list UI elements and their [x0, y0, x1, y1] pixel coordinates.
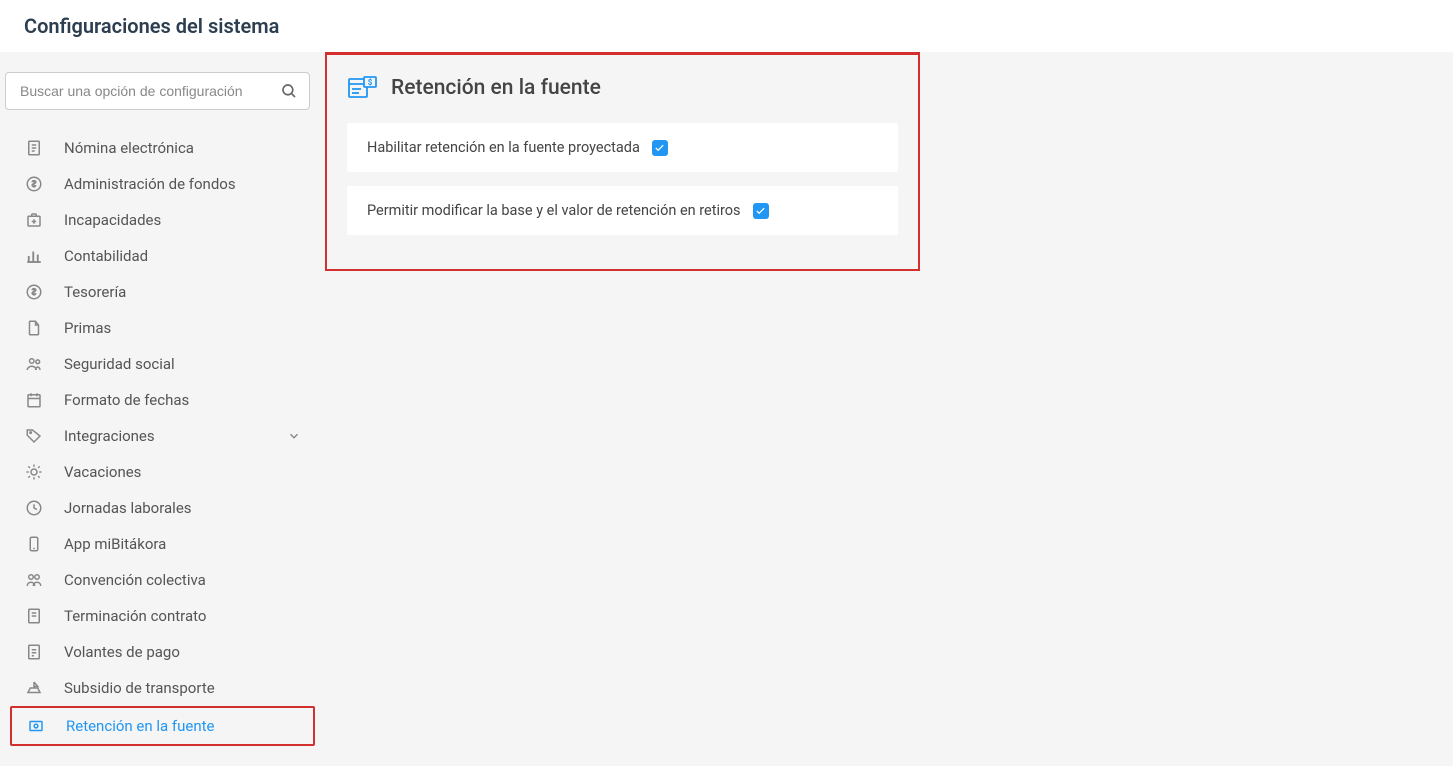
- document-icon: [24, 318, 44, 338]
- sidebar-item-terminacion-contrato[interactable]: Terminación contrato: [10, 598, 315, 634]
- sidebar-item-label: Jornadas laborales: [64, 499, 192, 517]
- sidebar-item-label: Terminación contrato: [64, 607, 206, 625]
- sidebar-item-label: Seguridad social: [64, 355, 175, 373]
- sidebar-item-label: Formato de fechas: [64, 391, 189, 409]
- boat-icon: [24, 678, 44, 698]
- chevron-down-icon: [287, 429, 301, 443]
- panel-header: $ Retención en la fuente: [347, 75, 898, 101]
- sidebar: Nómina electrónica Administración de fon…: [0, 52, 325, 766]
- sidebar-item-jornadas-laborales[interactable]: Jornadas laborales: [10, 490, 315, 526]
- sidebar-item-label: App miBitákora: [64, 535, 166, 553]
- checkbox-permitir-modificar-base-retiros[interactable]: [753, 203, 769, 219]
- sidebar-item-subsidio-transporte[interactable]: Subsidio de transporte: [10, 670, 315, 706]
- people-icon: [24, 354, 44, 374]
- panel-title: Retención en la fuente: [391, 76, 601, 100]
- medkit-icon: [24, 210, 44, 230]
- sidebar-item-integraciones[interactable]: Integraciones: [10, 418, 315, 454]
- sidebar-item-volantes-pago[interactable]: Volantes de pago: [10, 634, 315, 670]
- money-doc-icon: [26, 716, 46, 736]
- clock-icon: [24, 498, 44, 518]
- svg-text:$: $: [368, 78, 373, 87]
- option-label: Permitir modificar la base y el valor de…: [367, 202, 741, 219]
- sidebar-item-tesoreria[interactable]: Tesorería: [10, 274, 315, 310]
- main-content: $ Retención en la fuente Habilitar reten…: [325, 52, 920, 766]
- nav-list: Nómina electrónica Administración de fon…: [10, 130, 315, 746]
- sidebar-item-administracion-fondos[interactable]: Administración de fondos: [10, 166, 315, 202]
- sidebar-item-convencion-colectiva[interactable]: Convención colectiva: [10, 562, 315, 598]
- money-doc-icon: $: [347, 75, 377, 101]
- receipt-icon: [24, 138, 44, 158]
- sidebar-item-label: Integraciones: [64, 427, 155, 445]
- option-label: Habilitar retención en la fuente proyect…: [367, 139, 640, 156]
- sidebar-item-label: Vacaciones: [64, 463, 141, 481]
- tag-icon: [24, 426, 44, 446]
- sidebar-item-label: Incapacidades: [64, 211, 161, 229]
- page-title: Configuraciones del sistema: [0, 0, 1453, 52]
- bar-chart-icon: [24, 246, 44, 266]
- sidebar-item-incapacidades[interactable]: Incapacidades: [10, 202, 315, 238]
- dollar-circle-icon: [24, 174, 44, 194]
- group-icon: [24, 570, 44, 590]
- checkbox-habilitar-retencion-proyectada[interactable]: [652, 140, 668, 156]
- calendar-icon: [24, 390, 44, 410]
- sidebar-item-label: Primas: [64, 319, 111, 337]
- sidebar-item-label: Convención colectiva: [64, 571, 206, 589]
- sidebar-item-label: Retención en la fuente: [66, 717, 214, 735]
- option-habilitar-retencion-proyectada: Habilitar retención en la fuente proyect…: [347, 123, 898, 172]
- sidebar-item-retencion-fuente[interactable]: Retención en la fuente: [10, 706, 315, 746]
- dollar-circle-icon: [24, 282, 44, 302]
- sidebar-item-primas[interactable]: Primas: [10, 310, 315, 346]
- sidebar-item-formato-fechas[interactable]: Formato de fechas: [10, 382, 315, 418]
- sidebar-item-label: Subsidio de transporte: [64, 679, 215, 697]
- sidebar-item-app-mibitakora[interactable]: App miBitákora: [10, 526, 315, 562]
- sidebar-item-seguridad-social[interactable]: Seguridad social: [10, 346, 315, 382]
- settings-panel: $ Retención en la fuente Habilitar reten…: [325, 52, 920, 271]
- sun-icon: [24, 462, 44, 482]
- search-input[interactable]: [5, 72, 310, 110]
- sidebar-item-label: Volantes de pago: [64, 643, 180, 661]
- sidebar-item-label: Contabilidad: [64, 247, 148, 265]
- option-permitir-modificar-base-retiros: Permitir modificar la base y el valor de…: [347, 186, 898, 235]
- sidebar-item-label: Tesorería: [64, 283, 126, 301]
- sidebar-item-label: Administración de fondos: [64, 175, 236, 193]
- sidebar-item-contabilidad[interactable]: Contabilidad: [10, 238, 315, 274]
- contract-icon: [24, 606, 44, 626]
- sidebar-item-label: Nómina electrónica: [64, 139, 194, 157]
- phone-icon: [24, 534, 44, 554]
- sidebar-item-vacaciones[interactable]: Vacaciones: [10, 454, 315, 490]
- payslip-icon: [24, 642, 44, 662]
- sidebar-item-nomina-electronica[interactable]: Nómina electrónica: [10, 130, 315, 166]
